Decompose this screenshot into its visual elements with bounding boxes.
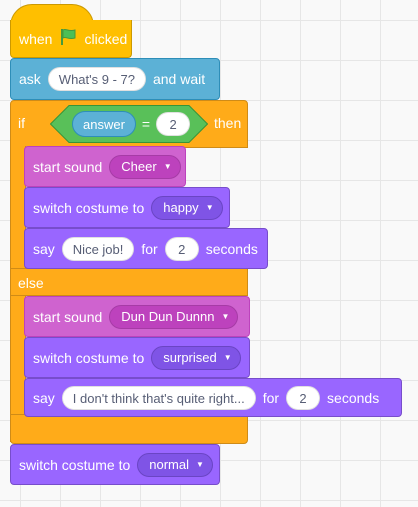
green-flag-icon [59,28,77,49]
say-label: say [33,240,55,257]
seconds-label: seconds [327,389,380,406]
clicked-label: clicked [84,30,128,47]
then-label: then [214,115,242,131]
ask-question-input[interactable]: What's 9 - 7? [47,67,146,91]
costume-dropdown-value: happy [163,199,199,215]
answer-reporter[interactable]: answer [72,111,136,137]
equals-operator-block[interactable]: answer = 2 [50,105,208,143]
chevron-down-icon: ▼ [221,311,230,321]
costume-dropdown[interactable]: normal ▼ [137,452,213,477]
costume-dropdown[interactable]: happy ▼ [151,195,223,220]
say-for-seconds-block-nice-job[interactable]: say Nice job! for 2 seconds [24,228,268,269]
equals-value-input[interactable]: 2 [156,112,191,136]
start-sound-block-dun-dun-dunnn[interactable]: start sound Dun Dun Dunnn ▼ [24,296,250,337]
sound-dropdown-value: Dun Dun Dunnn [121,308,215,324]
chevron-down-icon: ▼ [223,352,232,362]
say-seconds-input[interactable]: 2 [286,385,321,410]
ask-label: ask [19,71,41,87]
for-label: for [262,389,280,406]
when-flag-clicked-block[interactable]: when clicked [10,20,132,58]
say-message-input[interactable]: Nice job! [61,236,135,261]
chevron-down-icon: ▼ [205,202,214,212]
say-seconds-input[interactable]: 2 [164,236,199,261]
if-else-bottom-bar [10,414,248,444]
switch-costume-block-happy[interactable]: switch costume to happy ▼ [24,187,230,228]
start-sound-label: start sound [33,308,103,325]
say-label: say [33,389,55,406]
seconds-label: seconds [205,240,258,257]
sound-dropdown-value: Cheer [121,158,157,174]
chevron-down-icon: ▼ [163,161,172,171]
costume-dropdown-value: surprised [163,349,217,365]
costume-dropdown[interactable]: surprised ▼ [151,345,241,370]
equals-operator-label: = [141,116,151,132]
costume-dropdown-value: normal [149,456,190,472]
for-label: for [141,240,158,257]
say-for-seconds-block-not-quite-right[interactable]: say I don't think that's quite right... … [24,378,402,417]
switch-costume-block-surprised[interactable]: switch costume to surprised ▼ [24,337,250,378]
sound-dropdown[interactable]: Dun Dun Dunnn ▼ [109,304,239,329]
switch-costume-block-normal[interactable]: switch costume to normal ▼ [10,444,220,485]
switch-costume-label: switch costume to [33,199,145,216]
ask-and-wait-block[interactable]: ask What's 9 - 7? and wait [10,58,220,100]
say-message-input[interactable]: I don't think that's quite right... [61,385,256,410]
when-label: when [19,30,53,47]
and-wait-label: and wait [152,71,206,87]
else-label: else [18,275,44,291]
start-sound-block-cheer[interactable]: start sound Cheer ▼ [24,146,186,187]
sound-dropdown[interactable]: Cheer ▼ [109,154,181,179]
else-bar[interactable] [10,268,248,296]
start-sound-label: start sound [33,158,103,175]
if-label: if [18,115,25,131]
switch-costume-label: switch costume to [19,456,131,473]
switch-costume-label: switch costume to [33,349,145,366]
chevron-down-icon: ▼ [196,459,204,469]
